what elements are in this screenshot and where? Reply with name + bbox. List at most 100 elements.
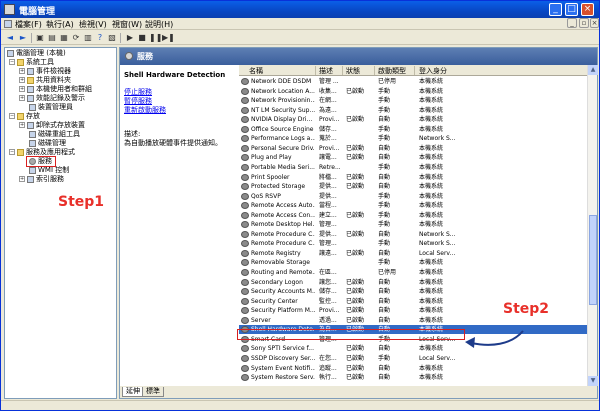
tab-extended[interactable]: 延伸 — [122, 387, 144, 397]
child-restore-button[interactable]: ▫ — [579, 18, 589, 28]
service-logon: Local Serv... — [419, 249, 456, 257]
view-icon[interactable]: ▧ — [107, 33, 117, 43]
table-row[interactable]: System Event Notifi... 追蹤... 已啟動 自動 本機系統 — [239, 364, 587, 373]
column-name[interactable]: 名稱 — [249, 66, 263, 76]
tree-item-event-viewer[interactable]: + 事件檢視器 — [19, 67, 71, 76]
table-row[interactable]: NVIDIA Display Dri... Provi... 已啟動 自動 本機系統 — [239, 115, 587, 124]
service-logon: 本機系統 — [419, 269, 444, 276]
export-list-icon[interactable]: ▥ — [83, 33, 93, 43]
expand-icon[interactable]: + — [19, 68, 25, 74]
stop-service-icon[interactable]: ■ — [137, 33, 147, 43]
help-icon[interactable]: ? — [95, 33, 105, 43]
collapse-icon[interactable]: − — [9, 113, 15, 119]
service-name: Server — [251, 316, 271, 324]
table-row[interactable]: Performance Logs a... 蒐於... 手動 Network S... — [239, 134, 587, 143]
table-row[interactable]: Remote Procedure C... 管理... 手動 Network S... — [239, 239, 587, 248]
tree-item-storage[interactable]: − 存放 — [9, 112, 40, 121]
column-divider[interactable] — [342, 66, 343, 75]
tree-item-device-manager[interactable]: 裝置管理員 — [29, 103, 73, 112]
scroll-down-arrow-icon[interactable]: ▼ — [588, 376, 598, 386]
table-row[interactable]: Print Spooler 將檔... 已啟動 自動 本機系統 — [239, 173, 587, 182]
tab-standard[interactable]: 標準 — [142, 387, 164, 397]
tree-item-disk-management[interactable]: 磁碟管理 — [29, 139, 66, 148]
expand-icon[interactable]: + — [19, 95, 25, 101]
refresh-icon[interactable]: ⟳ — [71, 33, 81, 43]
table-row[interactable]: Portable Media Seri... Retre... 手動 本機系統 — [239, 163, 587, 172]
expand-icon[interactable]: + — [19, 176, 25, 182]
expand-icon[interactable]: + — [19, 122, 25, 128]
menu-file[interactable]: 檔案(F) — [15, 19, 42, 30]
tree-root[interactable]: 電腦管理 (本機) — [7, 49, 66, 58]
column-status[interactable]: 狀態 — [346, 66, 360, 76]
vertical-scrollbar[interactable]: ▲ ▼ — [587, 65, 598, 386]
tree-item-shared-folders[interactable]: + 共用資料夾 — [19, 76, 71, 85]
tree-item-label: 服務及應用程式 — [26, 148, 75, 156]
table-row[interactable]: System Restore Serv... 執行... 已啟動 自動 本機系統 — [239, 373, 587, 382]
tree-item-indexing-service[interactable]: + 索引服務 — [19, 175, 64, 184]
tree-item-defragmenter[interactable]: 磁碟重組工具 — [29, 130, 80, 139]
table-row[interactable]: Remote Access Auto... 當程... 手動 本機系統 — [239, 201, 587, 210]
start-service-icon[interactable]: ▶ — [125, 33, 135, 43]
service-logon: 本機系統 — [419, 192, 444, 200]
table-row[interactable]: Routing and Remote... 在區... 已停用 本機系統 — [239, 268, 587, 277]
expand-icon[interactable]: + — [19, 86, 25, 92]
restart-service-link[interactable]: 重新啟動服務 — [124, 105, 166, 115]
scroll-thumb[interactable] — [589, 215, 597, 305]
table-row[interactable]: Plug and Play 讓電... 已啟動 自動 本機系統 — [239, 153, 587, 162]
table-row[interactable]: Network DDE DSDM 管理 ... 已停用 本機系統 — [239, 77, 587, 86]
tree-item-local-users[interactable]: + 本機使用者和群組 — [19, 85, 92, 94]
show-tree-icon[interactable]: ▤ — [47, 33, 57, 43]
minimize-button[interactable]: _ — [549, 3, 562, 16]
table-row[interactable]: Security Accounts M... 儲存... 已啟動 自動 本機系統 — [239, 287, 587, 296]
menu-help[interactable]: 說明(H) — [145, 19, 173, 30]
service-gear-icon — [241, 144, 249, 152]
expand-icon[interactable]: + — [19, 77, 25, 83]
tree-item-system-tools[interactable]: − 系統工具 — [9, 58, 54, 67]
tree-item-performance-logs[interactable]: + 效能記錄及警示 — [19, 94, 85, 103]
title-bar[interactable]: 電腦管理 _ □ × — [1, 1, 599, 18]
table-row[interactable]: Remote Access Con... 建立... 已啟動 手動 本機系統 — [239, 211, 587, 220]
column-startup-type[interactable]: 啟動類型 — [378, 66, 406, 76]
scroll-up-arrow-icon[interactable]: ▲ — [588, 65, 598, 75]
tree-item-label: 磁碟管理 — [38, 139, 66, 147]
up-folder-icon[interactable]: ▣ — [35, 33, 45, 43]
column-divider[interactable] — [374, 66, 375, 75]
table-row[interactable]: Remote Procedure C... 提供... 已啟動 自動 Network S… — [239, 230, 587, 239]
table-row[interactable]: Network Provisionin... 在網... 手動 本機系統 — [239, 96, 587, 105]
service-status: 已啟動 — [346, 183, 365, 191]
table-row[interactable]: Protected Storage 提供... 已啟動 自動 本機系統 — [239, 182, 587, 191]
column-divider[interactable] — [414, 66, 415, 75]
menu-window[interactable]: 視窗(W) — [112, 19, 142, 30]
table-row[interactable]: Remote Registry 讓遠... 已啟動 自動 Local Serv... — [239, 249, 587, 258]
column-description[interactable]: 描述 — [319, 66, 333, 76]
child-minimize-button[interactable]: _ — [567, 18, 577, 28]
close-button[interactable]: × — [581, 3, 594, 16]
collapse-icon[interactable]: − — [9, 59, 15, 65]
tree-item-removable-storage[interactable]: + 卸除式存放裝置 — [19, 121, 85, 130]
service-logon: 本機系統 — [419, 173, 444, 181]
pause-service-icon[interactable]: ❚❚ — [149, 33, 162, 43]
table-row[interactable]: Network Location A... 收集... 已啟動 手動 本機系統 — [239, 87, 587, 96]
column-logon-as[interactable]: 登入身分 — [419, 66, 447, 76]
back-arrow-icon[interactable]: ◄ — [5, 33, 15, 43]
table-row[interactable]: Remote Desktop Hel... 管理... 手動 本機系統 — [239, 220, 587, 229]
table-row[interactable]: QoS RSVP 提供... 手動 本機系統 — [239, 192, 587, 201]
restart-service-icon[interactable]: ▶❚ — [162, 33, 175, 43]
column-divider[interactable] — [315, 66, 316, 75]
table-row[interactable]: Personal Secure Driv... Provi... 已啟動 自動 本機系統 — [239, 144, 587, 153]
service-status: 已啟動 — [346, 307, 365, 315]
forward-arrow-icon[interactable]: ► — [18, 33, 28, 43]
child-close-button[interactable]: × — [590, 18, 599, 28]
tree-item-wmi-control[interactable]: WMI 控制 — [29, 166, 69, 175]
maximize-button[interactable]: □ — [565, 3, 578, 16]
service-gear-icon — [241, 364, 249, 372]
menu-view[interactable]: 檢視(V) — [79, 19, 107, 30]
table-row[interactable]: NT LM Security Sup... 為遠... 手動 本機系統 — [239, 106, 587, 115]
service-logon: 本機系統 — [419, 97, 444, 105]
collapse-icon[interactable]: − — [9, 149, 15, 155]
table-row[interactable]: Removable Storage 手動 本機系統 — [239, 258, 587, 267]
table-row[interactable]: Secondary Logon 讓您... 已啟動 自動 本機系統 — [239, 278, 587, 287]
menu-action[interactable]: 執行(A) — [46, 19, 74, 30]
properties-icon[interactable]: ▦ — [59, 33, 69, 43]
table-row[interactable]: Office Source Engine 儲存... 手動 本機系統 — [239, 125, 587, 134]
